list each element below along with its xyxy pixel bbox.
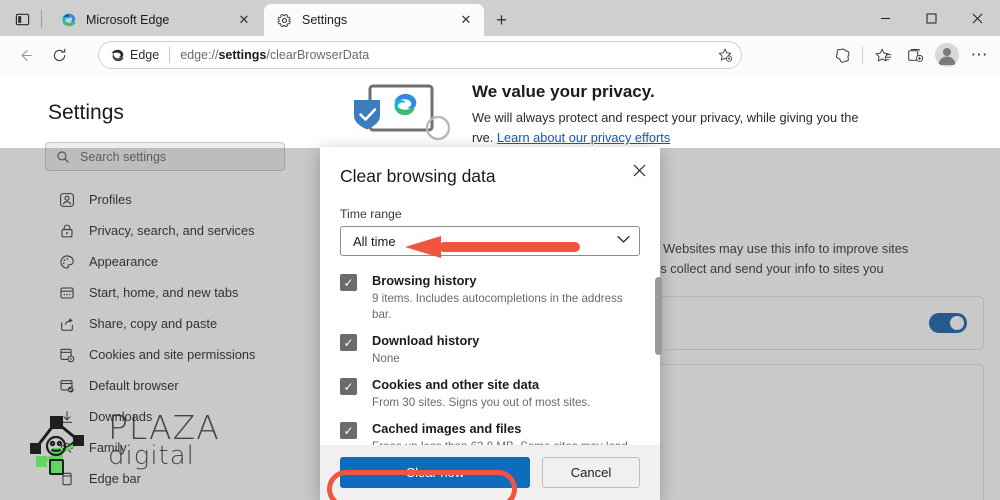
tab-close-icon[interactable]: ✕ xyxy=(234,10,254,30)
tab-actions-icon xyxy=(15,13,29,25)
minimize-button[interactable] xyxy=(862,0,908,36)
check-icon: ✓ xyxy=(343,379,354,394)
edge-chip-label: Edge xyxy=(130,48,160,62)
data-type-checklist: ✓ Browsing history 9 items. Includes aut… xyxy=(340,272,640,467)
dialog-close-button[interactable] xyxy=(626,157,652,183)
browser-tab-microsoft-edge[interactable]: Microsoft Edge ✕ xyxy=(48,4,262,36)
refresh-icon xyxy=(53,48,65,61)
profile-button[interactable] xyxy=(932,41,962,69)
back-arrow-icon xyxy=(21,49,32,61)
privacy-body-line2: rve. xyxy=(472,130,497,145)
browser-tab-settings[interactable]: Settings ✕ xyxy=(264,4,484,36)
toolbar-divider xyxy=(862,46,863,64)
window-controls xyxy=(862,0,1000,36)
toolbar-actions: ⋯ xyxy=(827,41,994,69)
privacy-body: We will always protect and respect your … xyxy=(472,108,992,148)
privacy-heading: We value your privacy. xyxy=(472,82,655,101)
dialog-title: Clear browsing data xyxy=(340,166,496,186)
window-close-button[interactable] xyxy=(954,0,1000,36)
check-icon: ✓ xyxy=(343,335,354,350)
gear-icon xyxy=(276,12,293,29)
time-range-value: All time xyxy=(353,233,396,249)
favorites-button[interactable] xyxy=(868,41,898,69)
refresh-button[interactable] xyxy=(44,40,74,70)
clear-now-button[interactable]: Clear now xyxy=(340,457,530,488)
dialog-footer: Clear now Cancel xyxy=(320,445,660,500)
checklist-item-sub: None xyxy=(372,352,400,365)
edge-identity-chip: Edge xyxy=(110,48,159,63)
favorites-icon xyxy=(875,48,891,61)
checklist-item-sub: 9 items. Includes autocompletions in the… xyxy=(372,292,623,321)
check-icon: ✓ xyxy=(343,423,354,438)
checklist-item-sub: From 30 sites. Signs you out of most sit… xyxy=(372,396,591,409)
close-icon xyxy=(633,164,645,176)
split-screen-icon xyxy=(835,48,849,63)
privacy-efforts-link[interactable]: Learn about our privacy efforts xyxy=(497,130,670,145)
url-bold-segment: settings xyxy=(218,48,267,62)
clear-browsing-data-dialog: Clear browsing data Time range All time … xyxy=(320,147,660,500)
privacy-body-line1: We will always protect and respect your … xyxy=(472,110,859,125)
checklist-item-download-history[interactable]: ✓ Download history None xyxy=(340,332,640,367)
close-icon xyxy=(972,13,982,23)
dialog-scrollbar-thumb[interactable] xyxy=(655,277,662,355)
checkbox[interactable]: ✓ xyxy=(340,378,357,395)
omnibox-divider xyxy=(169,47,171,63)
time-range-dropdown[interactable]: All time xyxy=(340,226,640,256)
minimize-icon xyxy=(880,17,890,19)
checkbox[interactable]: ✓ xyxy=(340,422,357,439)
address-bar[interactable]: Edge edge://settings/clearBrowserData xyxy=(98,41,742,69)
url-prefix: edge:// xyxy=(180,48,219,62)
title-bar: Microsoft Edge ✕ Settings ✕ + xyxy=(0,0,1000,36)
checklist-item-label: Download history xyxy=(372,333,480,348)
browser-window: Microsoft Edge ✕ Settings ✕ + Edge edge:… xyxy=(0,0,1000,500)
checklist-item-cookies-and-other-site-data[interactable]: ✓ Cookies and other site data From 30 si… xyxy=(340,376,640,411)
checkbox[interactable]: ✓ xyxy=(340,334,357,351)
cancel-button[interactable]: Cancel xyxy=(542,457,640,488)
collections-button[interactable] xyxy=(900,41,930,69)
checkbox[interactable]: ✓ xyxy=(340,274,357,291)
maximize-button[interactable] xyxy=(908,0,954,36)
maximize-icon xyxy=(926,13,936,23)
time-range-label: Time range xyxy=(340,207,402,221)
tab-title: Microsoft Edge xyxy=(86,13,170,27)
checklist-item-label: Cached images and files xyxy=(372,421,522,436)
new-tab-button[interactable]: + xyxy=(489,8,514,33)
edge-logo-icon xyxy=(111,49,124,61)
shield-check-icon xyxy=(354,100,380,130)
back-button[interactable] xyxy=(10,40,40,70)
checklist-item-label: Cookies and other site data xyxy=(372,377,540,392)
tab-title: Settings xyxy=(302,13,348,27)
url-text: edge://settings/clearBrowserData xyxy=(180,48,713,62)
add-favorite-icon[interactable] xyxy=(713,43,737,67)
profile-avatar xyxy=(935,43,959,67)
check-icon: ✓ xyxy=(343,275,354,290)
tabstrip-divider xyxy=(41,10,42,28)
tab-close-icon[interactable]: ✕ xyxy=(456,10,476,30)
page-title: Settings xyxy=(48,101,124,124)
checklist-item-label: Browsing history xyxy=(372,273,477,288)
checklist-item-browsing-history[interactable]: ✓ Browsing history 9 items. Includes aut… xyxy=(340,272,640,323)
split-screen-button[interactable] xyxy=(827,41,857,69)
tab-actions-button[interactable] xyxy=(8,6,36,32)
more-options-button[interactable]: ⋯ xyxy=(964,41,994,69)
collections-icon xyxy=(907,48,923,62)
url-suffix: /clearBrowserData xyxy=(266,48,370,62)
chevron-down-icon xyxy=(617,235,630,247)
privacy-illustration xyxy=(334,82,464,154)
edge-logo-icon xyxy=(60,12,77,29)
